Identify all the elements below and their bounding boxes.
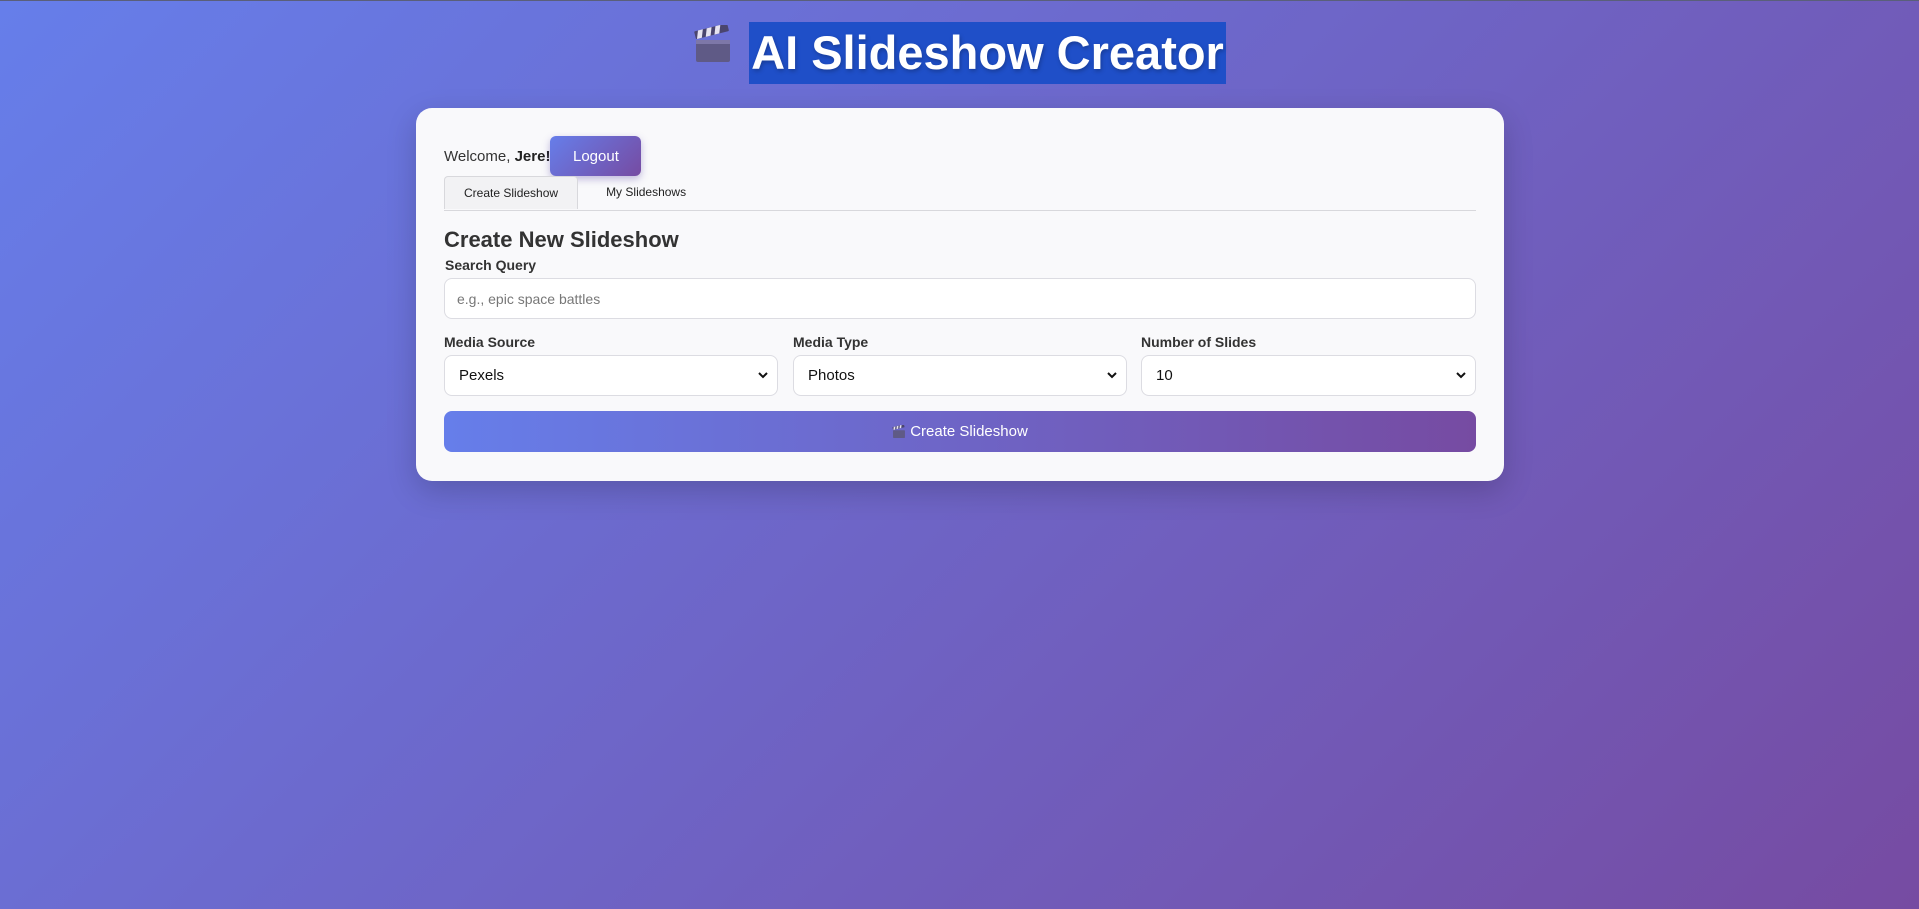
clapperboard-icon: [693, 18, 733, 80]
number-of-slides-value: 10: [1156, 367, 1173, 384]
media-type-label: Media Type: [793, 334, 869, 350]
search-input[interactable]: [444, 278, 1476, 319]
create-slideshow-button[interactable]: Create Slideshow: [444, 411, 1476, 452]
clapperboard-icon: [892, 424, 906, 439]
number-of-slides-select[interactable]: 10: [1141, 355, 1476, 396]
tab-my-slideshows[interactable]: My Slideshows: [578, 176, 714, 209]
media-source-label: Media Source: [444, 334, 536, 350]
chevron-down-icon: [758, 372, 768, 379]
chevron-down-icon: [1456, 372, 1466, 379]
create-slideshow-label: Create Slideshow: [910, 423, 1028, 440]
media-type-value: Photos: [808, 367, 855, 384]
chevron-down-icon: [1107, 372, 1117, 379]
media-source-value: Pexels: [459, 367, 505, 384]
page-title: AI Slideshow Creator: [693, 18, 1226, 84]
logout-button[interactable]: Logout: [550, 136, 642, 176]
user-bar: Welcome, Jere! Logout: [444, 136, 642, 176]
tab-bar: Create Slideshow My Slideshows: [444, 176, 1476, 211]
welcome-text: Welcome,: [444, 147, 515, 165]
page-title-text: AI Slideshow Creator: [749, 21, 1226, 84]
search-query-label: Search Query: [445, 257, 537, 273]
media-source-select[interactable]: Pexels: [444, 355, 778, 396]
form-title: Create New Slideshow: [444, 227, 679, 252]
username: Jere!: [514, 147, 551, 165]
page-header: AI Slideshow Creator: [0, 18, 1919, 88]
tab-create-slideshow[interactable]: Create Slideshow: [444, 176, 579, 209]
main-card: Welcome, Jere! Logout Create Slideshow M…: [416, 108, 1504, 481]
number-of-slides-label: Number of Slides: [1141, 334, 1257, 350]
media-type-select[interactable]: Photos: [793, 355, 1127, 396]
window-top-border: [0, 0, 1919, 1]
